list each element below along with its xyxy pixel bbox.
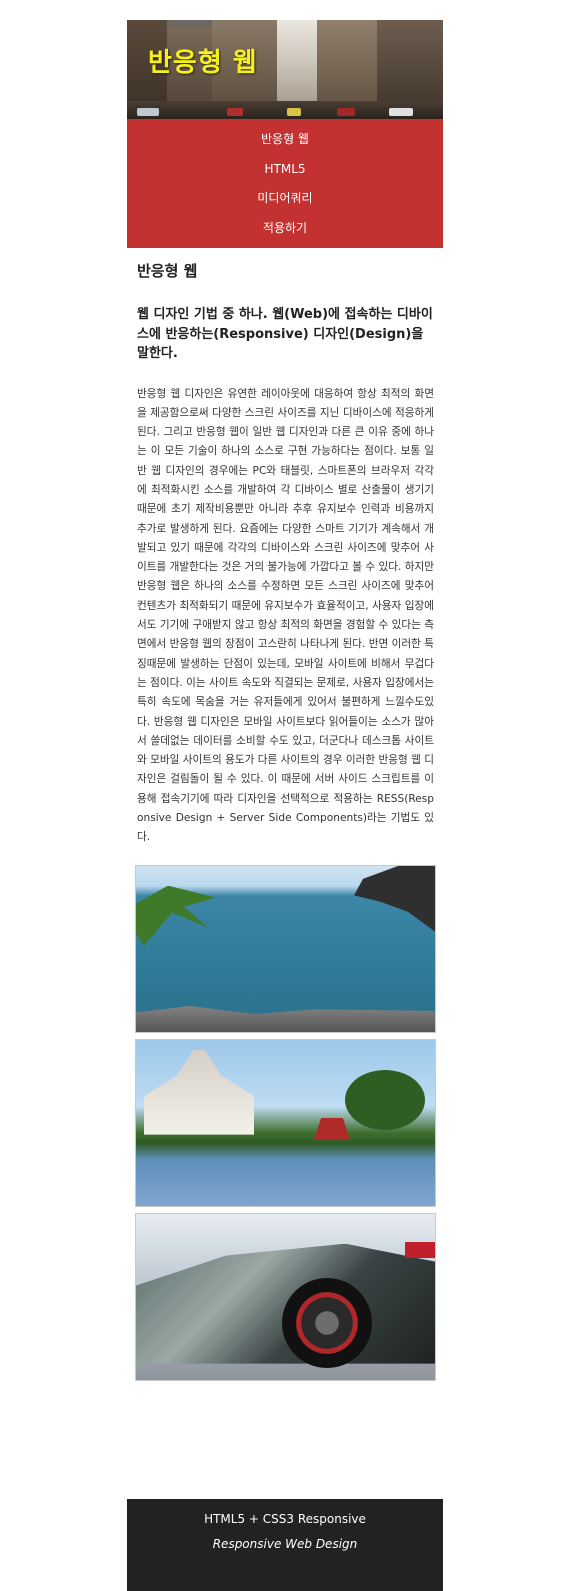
- car-taillight: [405, 1241, 435, 1258]
- page-container: 반응형 웹 반응형 웹 HTML5 미디어쿼리 적용하기 반응형 웹 웹 디자인…: [127, 20, 443, 1387]
- temple: [144, 1049, 254, 1135]
- photo-temple: [135, 1038, 436, 1207]
- main-nav: 반응형 웹 HTML5 미디어쿼리 적용하기: [127, 119, 443, 248]
- article-body: 반응형 웹 디자인은 유연한 레이아웃에 대응하여 항상 최적의 화면을 제공함…: [137, 387, 434, 844]
- header-banner: 반응형 웹: [127, 20, 443, 119]
- car: [287, 108, 301, 116]
- nav-item-apply[interactable]: 적용하기: [127, 214, 443, 244]
- photo-sea: [135, 864, 436, 1033]
- rocks: [136, 1006, 435, 1032]
- tree: [345, 1069, 425, 1130]
- footer-line1: HTML5 + CSS3 Responsive: [204, 1512, 366, 1526]
- car: [337, 108, 355, 116]
- footer-line2: Responsive Web Design: [212, 1537, 358, 1551]
- car: [389, 108, 413, 116]
- article: 반응형 웹 웹 디자인 기법 중 하나. 웹(Web)에 접속하는 디바이스에 …: [127, 260, 443, 848]
- palm-tree: [136, 885, 216, 946]
- site-title[interactable]: 반응형 웹: [148, 42, 258, 79]
- article-heading: 반응형 웹: [137, 262, 198, 280]
- car-wheel: [282, 1277, 372, 1368]
- red-pavilion: [314, 1117, 350, 1140]
- article-subheading: 웹 디자인 기법 중 하나. 웹(Web)에 접속하는 디바이스에 반응하는(R…: [137, 307, 433, 361]
- photo-sports-car: [135, 1212, 436, 1381]
- nav-item-responsive-web[interactable]: 반응형 웹: [127, 125, 443, 155]
- nav-item-html5[interactable]: HTML5: [127, 155, 443, 185]
- car: [227, 108, 243, 116]
- statue: [354, 865, 435, 932]
- footer: HTML5 + CSS3 Responsive Responsive Web D…: [127, 1499, 443, 1591]
- photo-gallery: [127, 864, 443, 1381]
- car: [137, 108, 159, 116]
- nav-item-media-query[interactable]: 미디어쿼리: [127, 184, 443, 214]
